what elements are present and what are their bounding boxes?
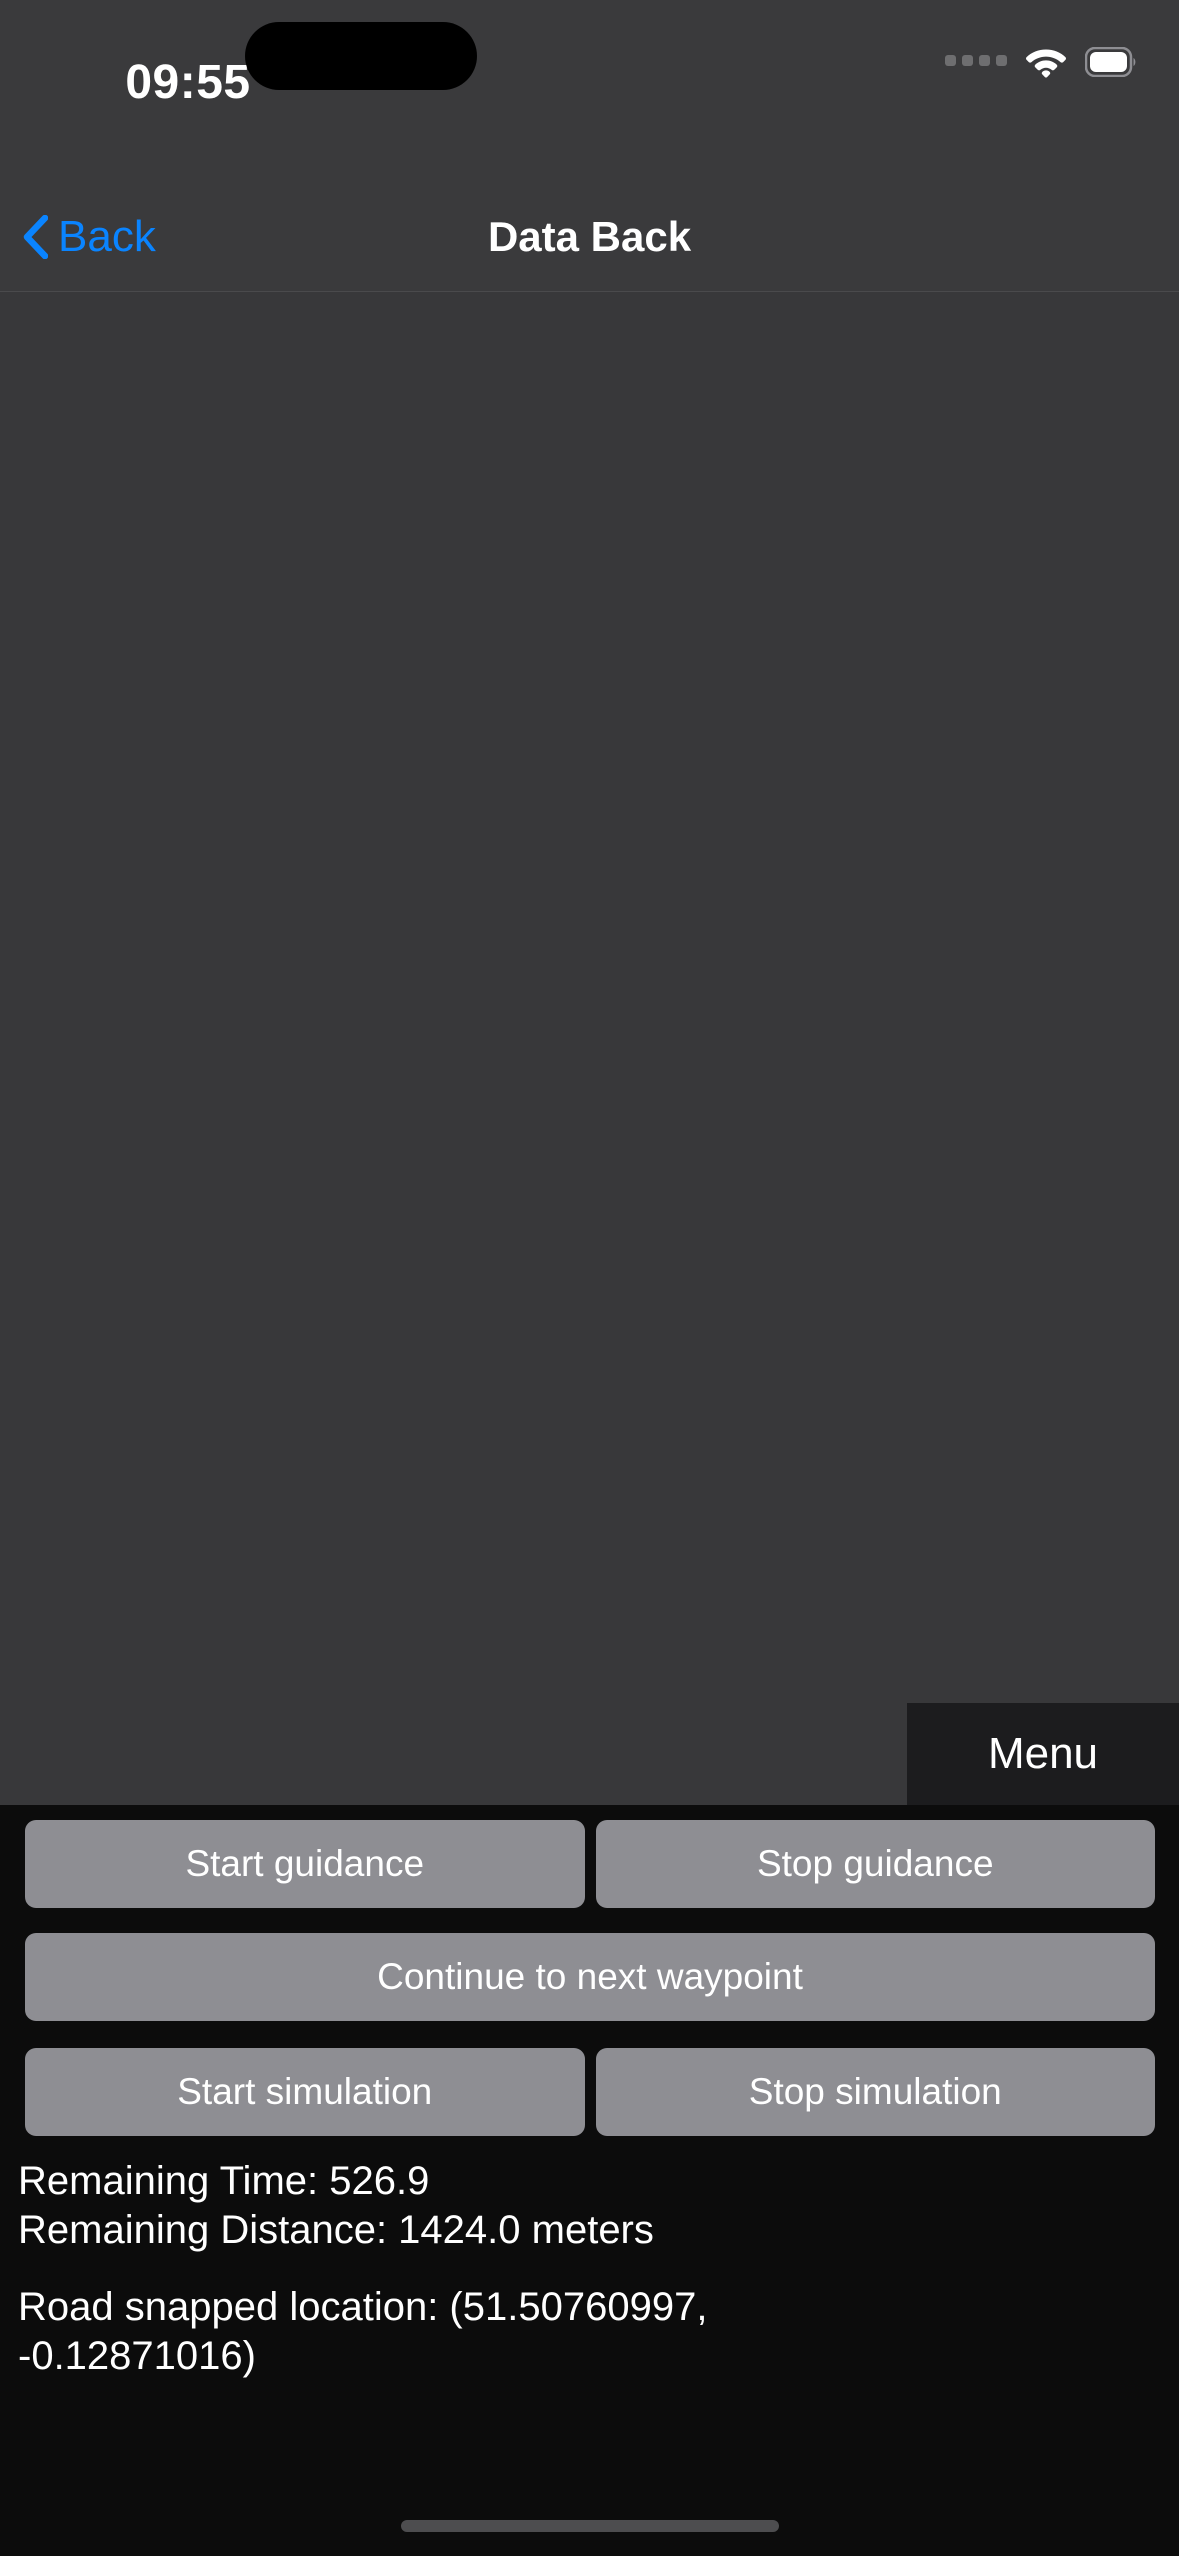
navigation-bar: Data Back Back: [0, 182, 1179, 292]
waypoint-button-row: Continue to next waypoint: [25, 1933, 1155, 2021]
continue-next-waypoint-button[interactable]: Continue to next waypoint: [25, 1933, 1155, 2021]
menu-button[interactable]: Menu: [907, 1703, 1179, 1805]
app-screen: 09:55 Data Back Back Menu Start guidance…: [0, 0, 1179, 2556]
remaining-distance-text: Remaining Distance: 1424.0 meters: [18, 2208, 654, 2252]
status-bar: 09:55: [0, 0, 1179, 182]
stop-simulation-button[interactable]: Stop simulation: [595, 2048, 1155, 2136]
signal-dots-icon: [945, 54, 1007, 70]
menu-button-label: Menu: [987, 1729, 1099, 1778]
back-button[interactable]: Back: [22, 182, 156, 291]
home-indicator[interactable]: [400, 2520, 779, 2532]
back-button-label: Back: [58, 211, 156, 261]
start-guidance-button[interactable]: Start guidance: [25, 1820, 585, 1908]
start-simulation-button[interactable]: Start simulation: [25, 2048, 585, 2136]
dynamic-island: [245, 22, 477, 90]
navigation-info: Remaining Time: 526.9 Remaining Distance…: [18, 2157, 1118, 2381]
wifi-icon: [1026, 49, 1066, 78]
remaining-time-text: Remaining Time: 526.9: [18, 2159, 430, 2203]
chevron-left-icon: [23, 214, 48, 259]
road-snapped-location-text: Road snapped location: (51.50760997, -0.…: [18, 2285, 708, 2378]
map-view[interactable]: [0, 292, 1179, 1805]
status-bar-indicators: [945, 42, 1137, 82]
page-title: Data Back: [487, 212, 692, 260]
control-panel: Start guidance Stop guidance Continue to…: [0, 1805, 1179, 2556]
guidance-button-row: Start guidance Stop guidance: [25, 1820, 1155, 1908]
battery-full-icon: [1085, 47, 1136, 77]
simulation-button-row: Start simulation Stop simulation: [25, 2048, 1155, 2136]
stop-guidance-button[interactable]: Stop guidance: [595, 1820, 1155, 1908]
